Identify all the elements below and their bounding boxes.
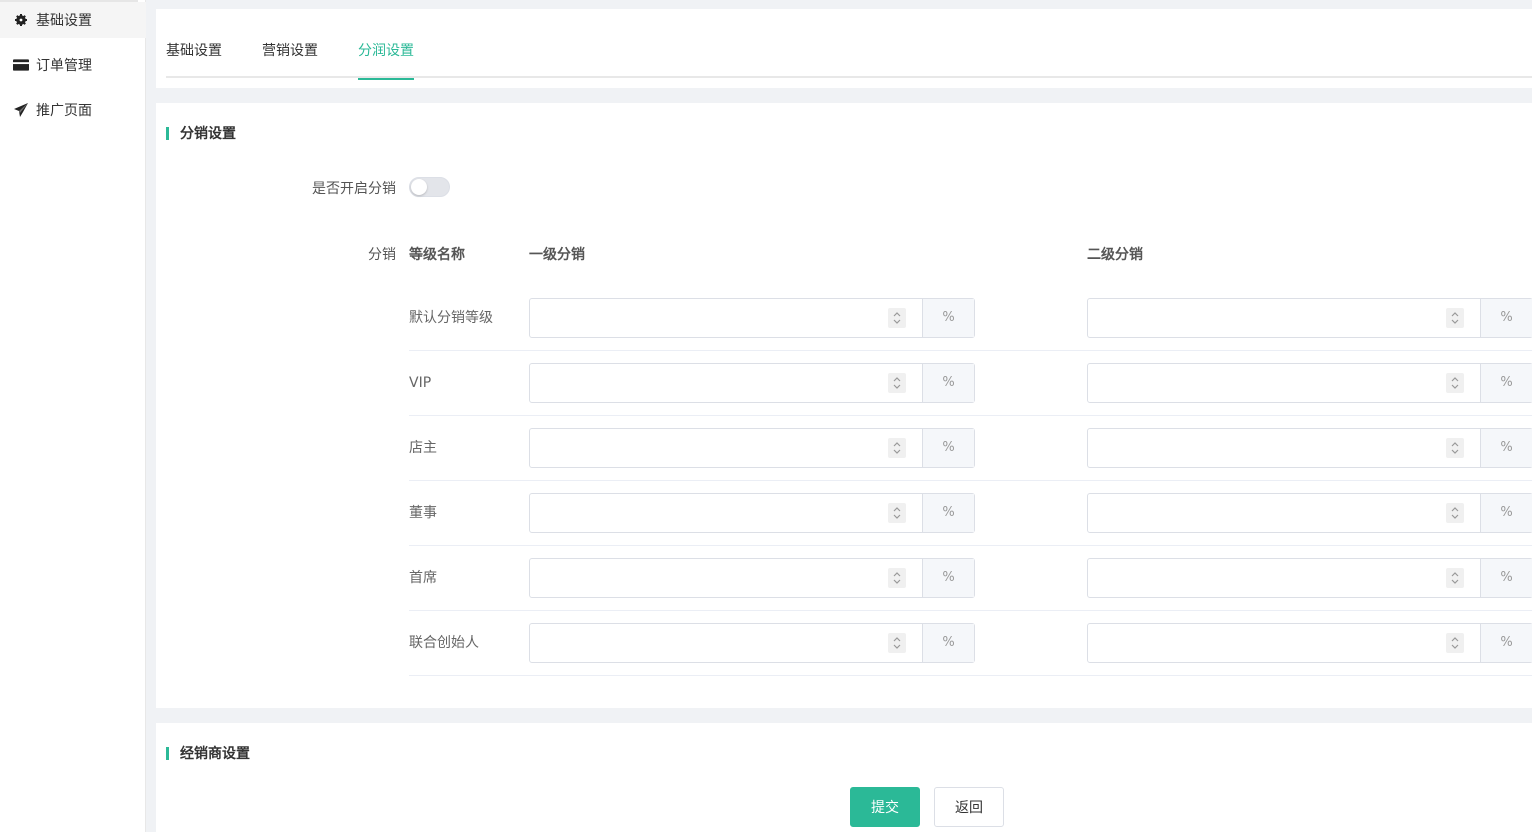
settings-tabs: 基础设置 营销设置 分润设置 bbox=[166, 37, 1532, 80]
col-level-name: 等级名称 bbox=[409, 247, 465, 263]
level-name: 董事 bbox=[409, 505, 437, 521]
percent-unit: % bbox=[922, 364, 974, 402]
level2-number-field[interactable] bbox=[1088, 494, 1480, 532]
level1-number-field[interactable] bbox=[530, 559, 922, 597]
stepper-icon[interactable] bbox=[888, 633, 906, 653]
level2-percent-input: % bbox=[1087, 493, 1532, 533]
level2-percent-input: % bbox=[1087, 298, 1532, 338]
section-title-text: 经销商设置 bbox=[180, 746, 250, 762]
level2-percent-input: % bbox=[1087, 428, 1532, 468]
percent-unit: % bbox=[1480, 494, 1532, 532]
percent-unit: % bbox=[1480, 624, 1532, 662]
sidebar: 基础设置 订单管理 推广页面 bbox=[0, 0, 146, 832]
level2-percent-input: % bbox=[1087, 558, 1532, 598]
tab-profit-sharing-settings[interactable]: 分润设置 bbox=[358, 40, 414, 80]
tabs-card: 基础设置 营销设置 分润设置 bbox=[156, 9, 1532, 88]
gear-icon bbox=[13, 12, 29, 28]
sidebar-item-basic-settings[interactable]: 基础设置 bbox=[0, 2, 146, 38]
stepper-icon[interactable] bbox=[888, 308, 906, 328]
tab-basic-settings[interactable]: 基础设置 bbox=[166, 40, 222, 78]
col-level2: 二级分销 bbox=[1087, 247, 1143, 263]
submit-button[interactable]: 提交 bbox=[850, 787, 920, 827]
table-row: 联合创始人%% bbox=[409, 611, 1532, 676]
stepper-icon[interactable] bbox=[1446, 373, 1464, 393]
stepper-icon[interactable] bbox=[888, 373, 906, 393]
sidebar-item-label: 订单管理 bbox=[36, 58, 92, 74]
card-icon bbox=[13, 57, 29, 73]
level2-number-field[interactable] bbox=[1088, 559, 1480, 597]
level-name: 首席 bbox=[409, 570, 437, 586]
level1-number-field[interactable] bbox=[530, 624, 922, 662]
level1-number-field[interactable] bbox=[530, 299, 922, 337]
section-accent-bar bbox=[166, 746, 169, 760]
sidebar-item-promotion-page[interactable]: 推广页面 bbox=[0, 92, 146, 128]
level1-percent-input: % bbox=[529, 493, 975, 533]
section-title-text: 分销设置 bbox=[180, 126, 236, 142]
switch-knob bbox=[411, 179, 427, 195]
sidebar-item-label: 推广页面 bbox=[36, 103, 92, 119]
percent-unit: % bbox=[922, 299, 974, 337]
percent-unit: % bbox=[922, 559, 974, 597]
level1-number-field[interactable] bbox=[530, 494, 922, 532]
percent-unit: % bbox=[922, 494, 974, 532]
tab-marketing-settings[interactable]: 营销设置 bbox=[262, 40, 318, 78]
distribution-card: 分销设置 是否开启分销 分销 等级名称 一级分销 二级分销 默认分销等级%% VI… bbox=[156, 103, 1532, 708]
table-row: 店主%% bbox=[409, 416, 1532, 481]
stepper-icon[interactable] bbox=[1446, 568, 1464, 588]
percent-unit: % bbox=[1480, 429, 1532, 467]
percent-unit: % bbox=[1480, 559, 1532, 597]
stepper-icon[interactable] bbox=[888, 568, 906, 588]
enable-distribution-label: 是否开启分销 bbox=[312, 181, 396, 197]
back-button[interactable]: 返回 bbox=[934, 787, 1004, 827]
percent-unit: % bbox=[922, 624, 974, 662]
percent-unit: % bbox=[1480, 364, 1532, 402]
distribution-table-label: 分销 bbox=[368, 247, 396, 263]
sidebar-item-label: 基础设置 bbox=[36, 13, 92, 29]
level1-number-field[interactable] bbox=[530, 429, 922, 467]
table-row: 默认分销等级%% bbox=[409, 286, 1532, 351]
dealer-section-title: 经销商设置 bbox=[166, 743, 250, 763]
enable-distribution-switch[interactable] bbox=[409, 177, 450, 197]
stepper-icon[interactable] bbox=[888, 438, 906, 458]
level1-number-field[interactable] bbox=[530, 364, 922, 402]
stepper-icon[interactable] bbox=[1446, 308, 1464, 328]
level-name: VIP bbox=[409, 375, 432, 391]
level2-number-field[interactable] bbox=[1088, 624, 1480, 662]
level1-percent-input: % bbox=[529, 428, 975, 468]
stepper-icon[interactable] bbox=[888, 503, 906, 523]
sidebar-item-order-management[interactable]: 订单管理 bbox=[0, 47, 146, 83]
level1-percent-input: % bbox=[529, 558, 975, 598]
level-name: 店主 bbox=[409, 440, 437, 456]
section-accent-bar bbox=[166, 126, 169, 140]
stepper-icon[interactable] bbox=[1446, 438, 1464, 458]
stepper-icon[interactable] bbox=[1446, 633, 1464, 653]
table-row: 董事%% bbox=[409, 481, 1532, 546]
level-name: 联合创始人 bbox=[409, 635, 479, 651]
percent-unit: % bbox=[922, 429, 974, 467]
distribution-section-title: 分销设置 bbox=[166, 123, 236, 143]
level1-percent-input: % bbox=[529, 623, 975, 663]
level2-number-field[interactable] bbox=[1088, 364, 1480, 402]
level2-percent-input: % bbox=[1087, 623, 1532, 663]
stepper-icon[interactable] bbox=[1446, 503, 1464, 523]
table-row: 首席%% bbox=[409, 546, 1532, 611]
dealer-card: 经销商设置 bbox=[156, 723, 1532, 832]
level2-number-field[interactable] bbox=[1088, 299, 1480, 337]
level2-percent-input: % bbox=[1087, 363, 1532, 403]
level-name: 默认分销等级 bbox=[409, 310, 493, 326]
table-row: VIP%% bbox=[409, 351, 1532, 416]
percent-unit: % bbox=[1480, 299, 1532, 337]
level1-percent-input: % bbox=[529, 363, 975, 403]
level1-percent-input: % bbox=[529, 298, 975, 338]
paper-plane-icon bbox=[13, 102, 29, 118]
col-level1: 一级分销 bbox=[529, 247, 585, 263]
level2-number-field[interactable] bbox=[1088, 429, 1480, 467]
